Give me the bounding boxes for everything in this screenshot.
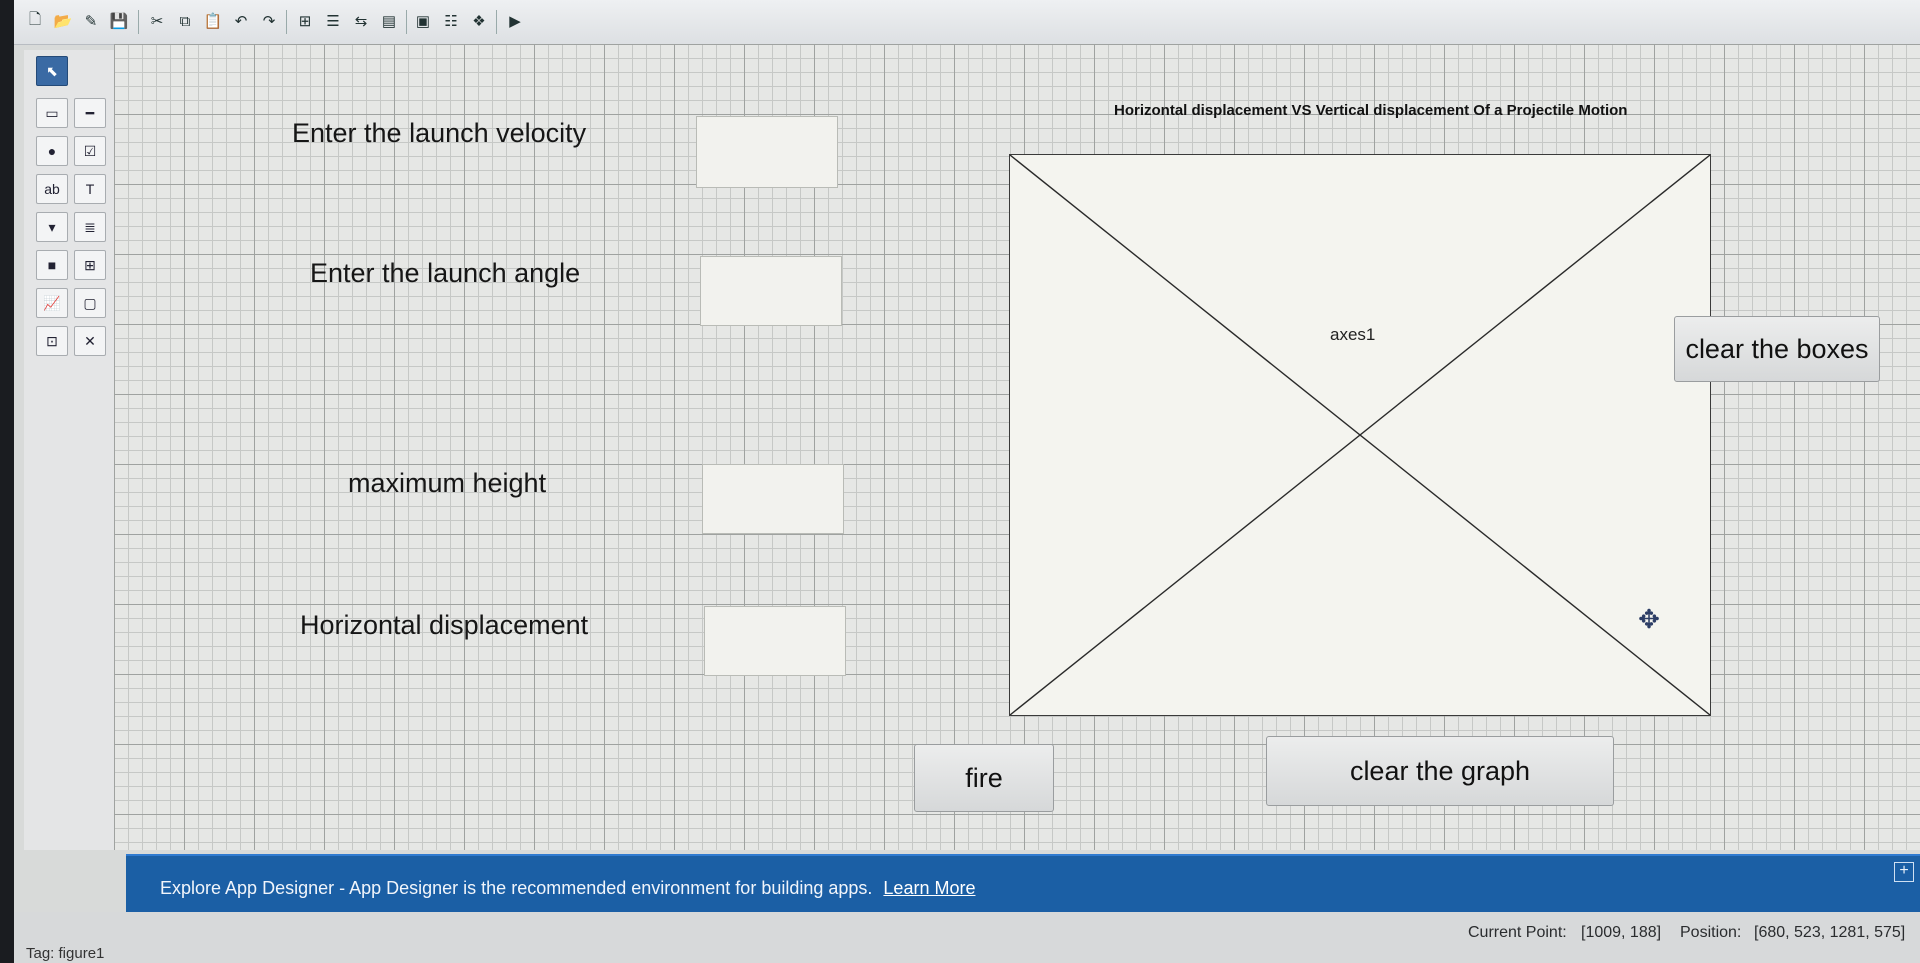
- align-icon[interactable]: ⊞: [294, 10, 316, 32]
- open-folder-icon[interactable]: 📂: [52, 10, 74, 32]
- static-text-icon[interactable]: T: [74, 174, 106, 204]
- radio-button-icon[interactable]: ●: [36, 136, 68, 166]
- copy-icon[interactable]: ⧉: [174, 10, 196, 32]
- slider-icon[interactable]: ━: [74, 98, 106, 128]
- push-button-icon[interactable]: ▭: [36, 98, 68, 128]
- expand-icon[interactable]: +: [1894, 862, 1914, 882]
- paste-icon[interactable]: 📋: [202, 10, 224, 32]
- editor-icon[interactable]: ▣: [412, 10, 434, 32]
- launch-angle-label: Enter the launch angle: [310, 258, 581, 288]
- horizontal-displacement-output[interactable]: [704, 606, 846, 676]
- horizontal-displacement-label: Horizontal displacement: [300, 610, 589, 640]
- launch-velocity-label: Enter the launch velocity: [292, 118, 587, 148]
- undo-icon[interactable]: ↶: [230, 10, 252, 32]
- edit-text-icon[interactable]: ab: [36, 174, 68, 204]
- panel-icon[interactable]: ▢: [74, 288, 106, 318]
- tab-order-icon[interactable]: ⇆: [350, 10, 372, 32]
- tag-status: Tag: figure1: [26, 945, 105, 962]
- component-palette: ⬉ ▭ ━ ● ☑ ab T ▾ ≣ ■ ⊞ 📈 ▢ ⊡ ✕: [24, 50, 115, 850]
- banner-message: Explore App Designer - App Designer is t…: [160, 878, 975, 899]
- object-browser-icon[interactable]: ❖: [468, 10, 490, 32]
- table-icon[interactable]: ⊞: [74, 250, 106, 280]
- max-height-output[interactable]: [702, 464, 844, 534]
- axes-title: Horizontal displacement VS Vertical disp…: [1114, 102, 1628, 119]
- position-label: Position:: [1680, 924, 1742, 941]
- menu-editor-icon[interactable]: ☰: [322, 10, 344, 32]
- listbox-icon[interactable]: ≣: [74, 212, 106, 242]
- move-cursor-icon: ✥: [1638, 603, 1660, 634]
- property-inspector-icon[interactable]: ☷: [440, 10, 462, 32]
- toolbar-editor-icon[interactable]: ▤: [378, 10, 400, 32]
- popup-menu-icon[interactable]: ▾: [36, 212, 68, 242]
- status-bar: Tag: figure1 Current Point: [1009, 188] …: [14, 912, 1920, 963]
- check-box-icon[interactable]: ☑: [74, 136, 106, 166]
- guide-layout-editor-window: 🗋 📂 ✎ 💾 ✂ ⧉ 📋 ↶ ↷ ⊞ ☰ ⇆ ▤ ▣ ☷ ❖ ▶ ⬉ ▭ ━ …: [14, 0, 1920, 963]
- edit-icon[interactable]: ✎: [80, 10, 102, 32]
- banner-message-text: Explore App Designer - App Designer is t…: [160, 878, 873, 898]
- save-icon[interactable]: 💾: [108, 10, 130, 32]
- current-point-label: Current Point:: [1468, 924, 1567, 941]
- app-designer-banner: Explore App Designer - App Designer is t…: [126, 854, 1920, 912]
- redo-icon[interactable]: ↷: [258, 10, 280, 32]
- launch-angle-input[interactable]: [700, 256, 842, 326]
- cut-icon[interactable]: ✂: [146, 10, 168, 32]
- axes-placeholder-cross: [1010, 155, 1710, 715]
- activex-icon[interactable]: ✕: [74, 326, 106, 356]
- run-icon[interactable]: ▶: [504, 10, 526, 32]
- toolbar: 🗋 📂 ✎ 💾 ✂ ⧉ 📋 ↶ ↷ ⊞ ☰ ⇆ ▤ ▣ ☷ ❖ ▶: [14, 0, 1920, 45]
- layout-canvas[interactable]: Enter the launch velocity Enter the laun…: [114, 44, 1920, 850]
- axes-icon[interactable]: 📈: [36, 288, 68, 318]
- select-tool-icon[interactable]: ⬉: [36, 56, 68, 86]
- toggle-button-icon[interactable]: ■: [36, 250, 68, 280]
- clear-boxes-button[interactable]: clear the boxes: [1674, 316, 1880, 382]
- learn-more-link[interactable]: Learn More: [883, 878, 975, 898]
- axes1-placeholder[interactable]: axes1: [1009, 154, 1711, 716]
- max-height-label: maximum height: [348, 468, 547, 498]
- axes-tag-label: axes1: [1330, 325, 1376, 344]
- button-group-icon[interactable]: ⊡: [36, 326, 68, 356]
- clear-graph-button[interactable]: clear the graph: [1266, 736, 1614, 806]
- position-value: [680, 523, 1281, 575]: [1754, 924, 1906, 941]
- current-point-value: [1009, 188]: [1581, 924, 1662, 941]
- launch-velocity-input[interactable]: [696, 116, 838, 188]
- new-file-icon[interactable]: 🗋: [24, 10, 46, 32]
- fire-button[interactable]: fire: [914, 744, 1054, 812]
